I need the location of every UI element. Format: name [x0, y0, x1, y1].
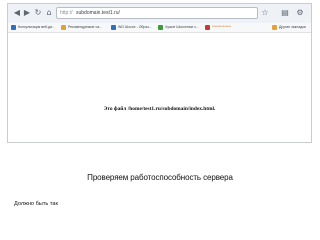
address-bar[interactable]: http:// subdomain.test1.ru/	[56, 7, 258, 19]
bookmark-item[interactable]: Другие закладки	[272, 24, 306, 31]
bookmark-item[interactable]: Консультация веб-ди...	[11, 24, 55, 31]
bookmark-label: Чужое Шоссеные с...	[165, 25, 199, 29]
bookmark-icon	[11, 25, 16, 30]
bookmark-item[interactable]: **************	[205, 24, 231, 31]
bookmark-label: WG Шоссе - Образ...	[118, 25, 152, 29]
bookmark-icon	[61, 25, 66, 30]
star-icon[interactable]: ☆	[260, 7, 270, 19]
page-content-text: Это файл /home/test1.ru/subdomain/index.…	[103, 106, 216, 112]
slide-caption: Проверяем работоспособность сервера	[87, 173, 233, 182]
bookmarks-bar: Консультация веб-ди... Рекомендуемые са.…	[8, 23, 311, 33]
reload-icon[interactable]: ↻	[33, 7, 43, 19]
bookmark-item[interactable]: Рекомендуемые са...	[61, 24, 102, 31]
forward-icon[interactable]: ▶	[22, 7, 32, 19]
bookmark-item[interactable]: WG Шоссе - Образ...	[111, 24, 152, 31]
bookmark-icon	[205, 25, 210, 30]
page-menu-icon[interactable]: ▤	[280, 7, 290, 19]
bookmark-label: Консультация веб-ди...	[18, 25, 56, 29]
home-icon[interactable]: ⌂	[44, 7, 54, 19]
bookmark-label: Другие закладки	[279, 25, 306, 29]
bookmark-icon	[158, 25, 163, 30]
bookmark-icon	[111, 25, 116, 30]
browser-window: ◀ ▶ ↻ ⌂ http:// subdomain.test1.ru/ ☆ ▤ …	[7, 3, 312, 143]
bookmark-label: Рекомендуемые са...	[68, 25, 103, 29]
bookmark-item[interactable]: Чужое Шоссеные с...	[158, 24, 199, 31]
bookmark-label: **************	[212, 25, 232, 29]
address-text: subdomain.test1.ru/	[76, 10, 120, 16]
bookmark-icon	[272, 25, 277, 30]
address-prefix: http://	[60, 10, 73, 16]
browser-toolbar: ◀ ▶ ↻ ⌂ http:// subdomain.test1.ru/ ☆ ▤ …	[8, 4, 311, 24]
back-icon[interactable]: ◀	[12, 7, 22, 19]
slide-note: Должно быть так	[14, 201, 58, 207]
wrench-icon[interactable]: ⚙	[295, 7, 305, 19]
